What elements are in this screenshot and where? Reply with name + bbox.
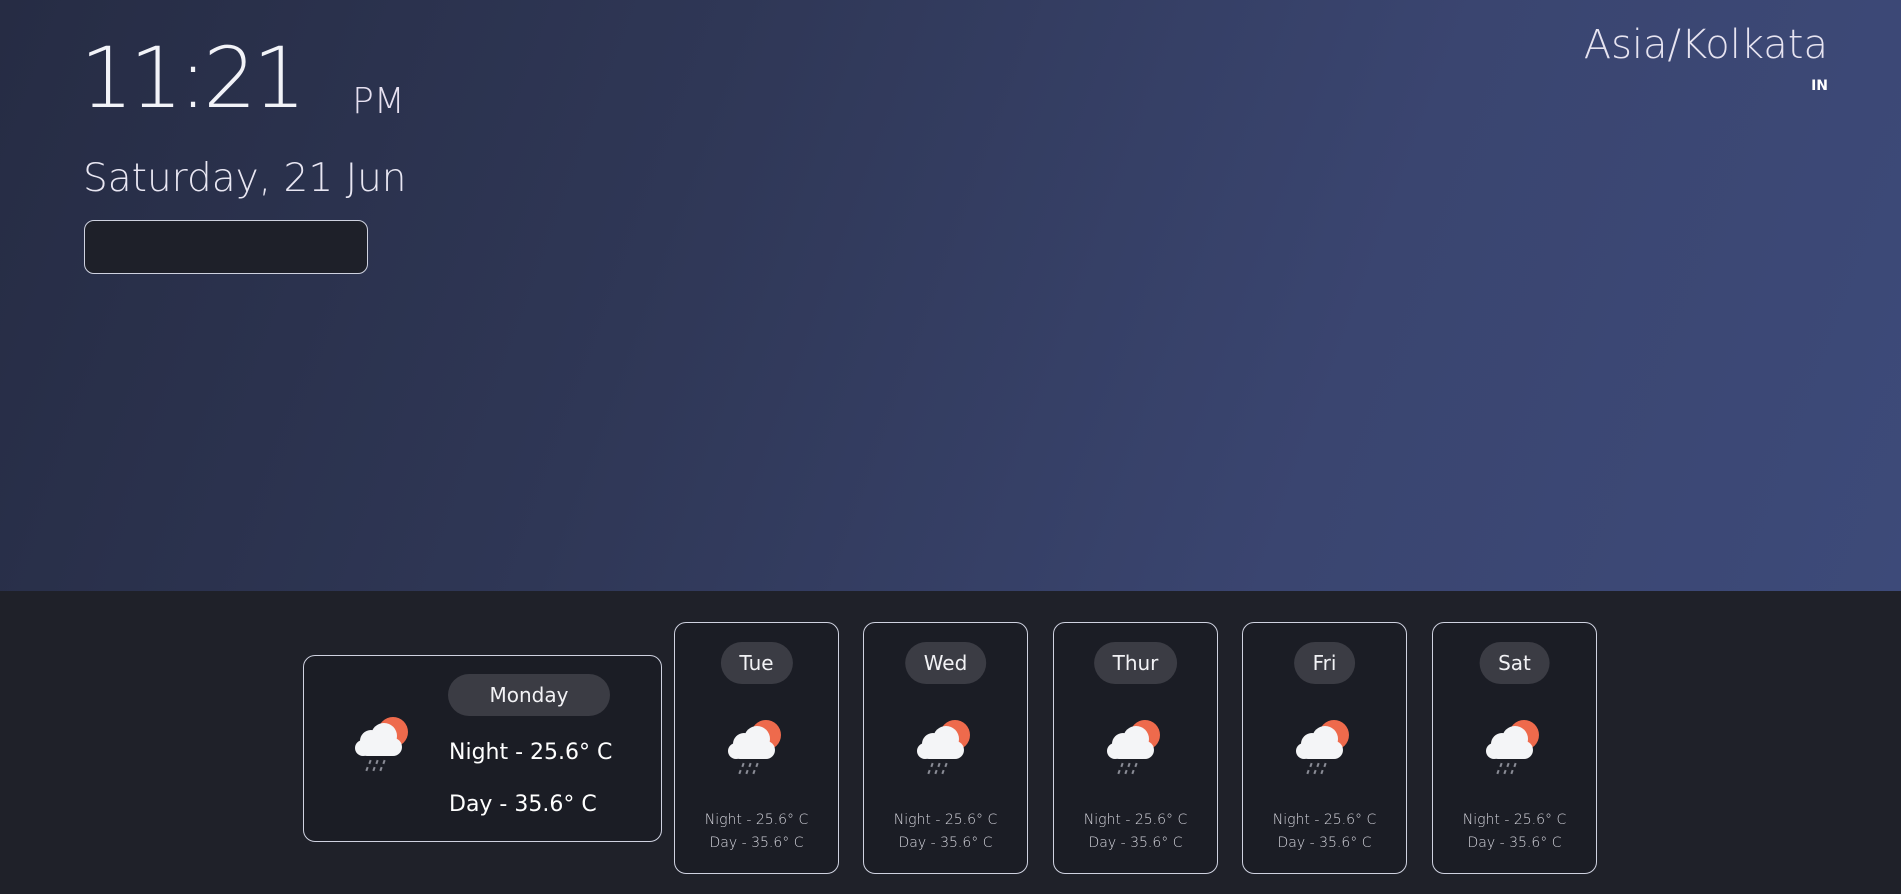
- cloud-sun-rain-icon: [1290, 713, 1360, 783]
- clock-time: 11:21: [80, 29, 306, 127]
- country-code: IN: [1811, 78, 1828, 94]
- forecast-day-label: Tue: [720, 642, 793, 684]
- header-panel: 11:21 PM Saturday, 21 Jun Asia/Kolkata I…: [0, 0, 1901, 591]
- forecast-day-temp: Day - 35.6° C: [709, 835, 804, 851]
- forecast-day-temp: Day - 35.6° C: [1467, 835, 1562, 851]
- search-input[interactable]: [84, 220, 368, 274]
- cloud-sun-rain-icon: [911, 713, 981, 783]
- forecast-card-sat: Sat Night - 25.6° C Day - 35.6° C: [1432, 622, 1597, 874]
- timezone: Asia/Kolkata: [1583, 22, 1828, 68]
- forecast-card-fri: Fri Night - 25.6° C Day - 35.6° C: [1242, 622, 1407, 874]
- forecast-day-temp: Day - 35.6° C: [1277, 835, 1372, 851]
- forecast-night-temp: Night - 25.6° C: [1083, 812, 1188, 828]
- forecast-day-label: Thur: [1093, 642, 1178, 684]
- clock: 11:21 PM: [80, 29, 405, 127]
- clock-ampm: PM: [352, 81, 405, 122]
- forecast-day-label: Wed: [904, 642, 987, 684]
- current-date: Saturday, 21 Jun: [83, 156, 407, 201]
- today-day-label: Monday: [448, 674, 610, 716]
- forecast-card-tue: Tue Night - 25.6° C Day - 35.6° C: [674, 622, 839, 874]
- today-day-temp: Day - 35.6° C: [449, 792, 597, 817]
- cloud-sun-rain-icon: [1101, 713, 1171, 783]
- forecast-day-label: Sat: [1479, 642, 1550, 684]
- forecast-day-temp: Day - 35.6° C: [898, 835, 993, 851]
- forecast-day-temp: Day - 35.6° C: [1088, 835, 1183, 851]
- today-night-temp: Night - 25.6° C: [449, 740, 613, 765]
- forecast-night-temp: Night - 25.6° C: [893, 812, 998, 828]
- forecast-night-temp: Night - 25.6° C: [1462, 812, 1567, 828]
- forecast-night-temp: Night - 25.6° C: [1272, 812, 1377, 828]
- today-weather-card: Monday Night - 25.6° C Day - 35.6° C: [303, 655, 662, 842]
- cloud-sun-rain-icon: [1480, 713, 1550, 783]
- forecast-night-temp: Night - 25.6° C: [704, 812, 809, 828]
- forecast-day-label: Fri: [1293, 642, 1356, 684]
- cloud-sun-rain-icon: [722, 713, 792, 783]
- cloud-sun-rain-icon: [349, 710, 419, 780]
- forecast-card-thur: Thur Night - 25.6° C Day - 35.6° C: [1053, 622, 1218, 874]
- forecast-card-wed: Wed Night - 25.6° C Day - 35.6° C: [863, 622, 1028, 874]
